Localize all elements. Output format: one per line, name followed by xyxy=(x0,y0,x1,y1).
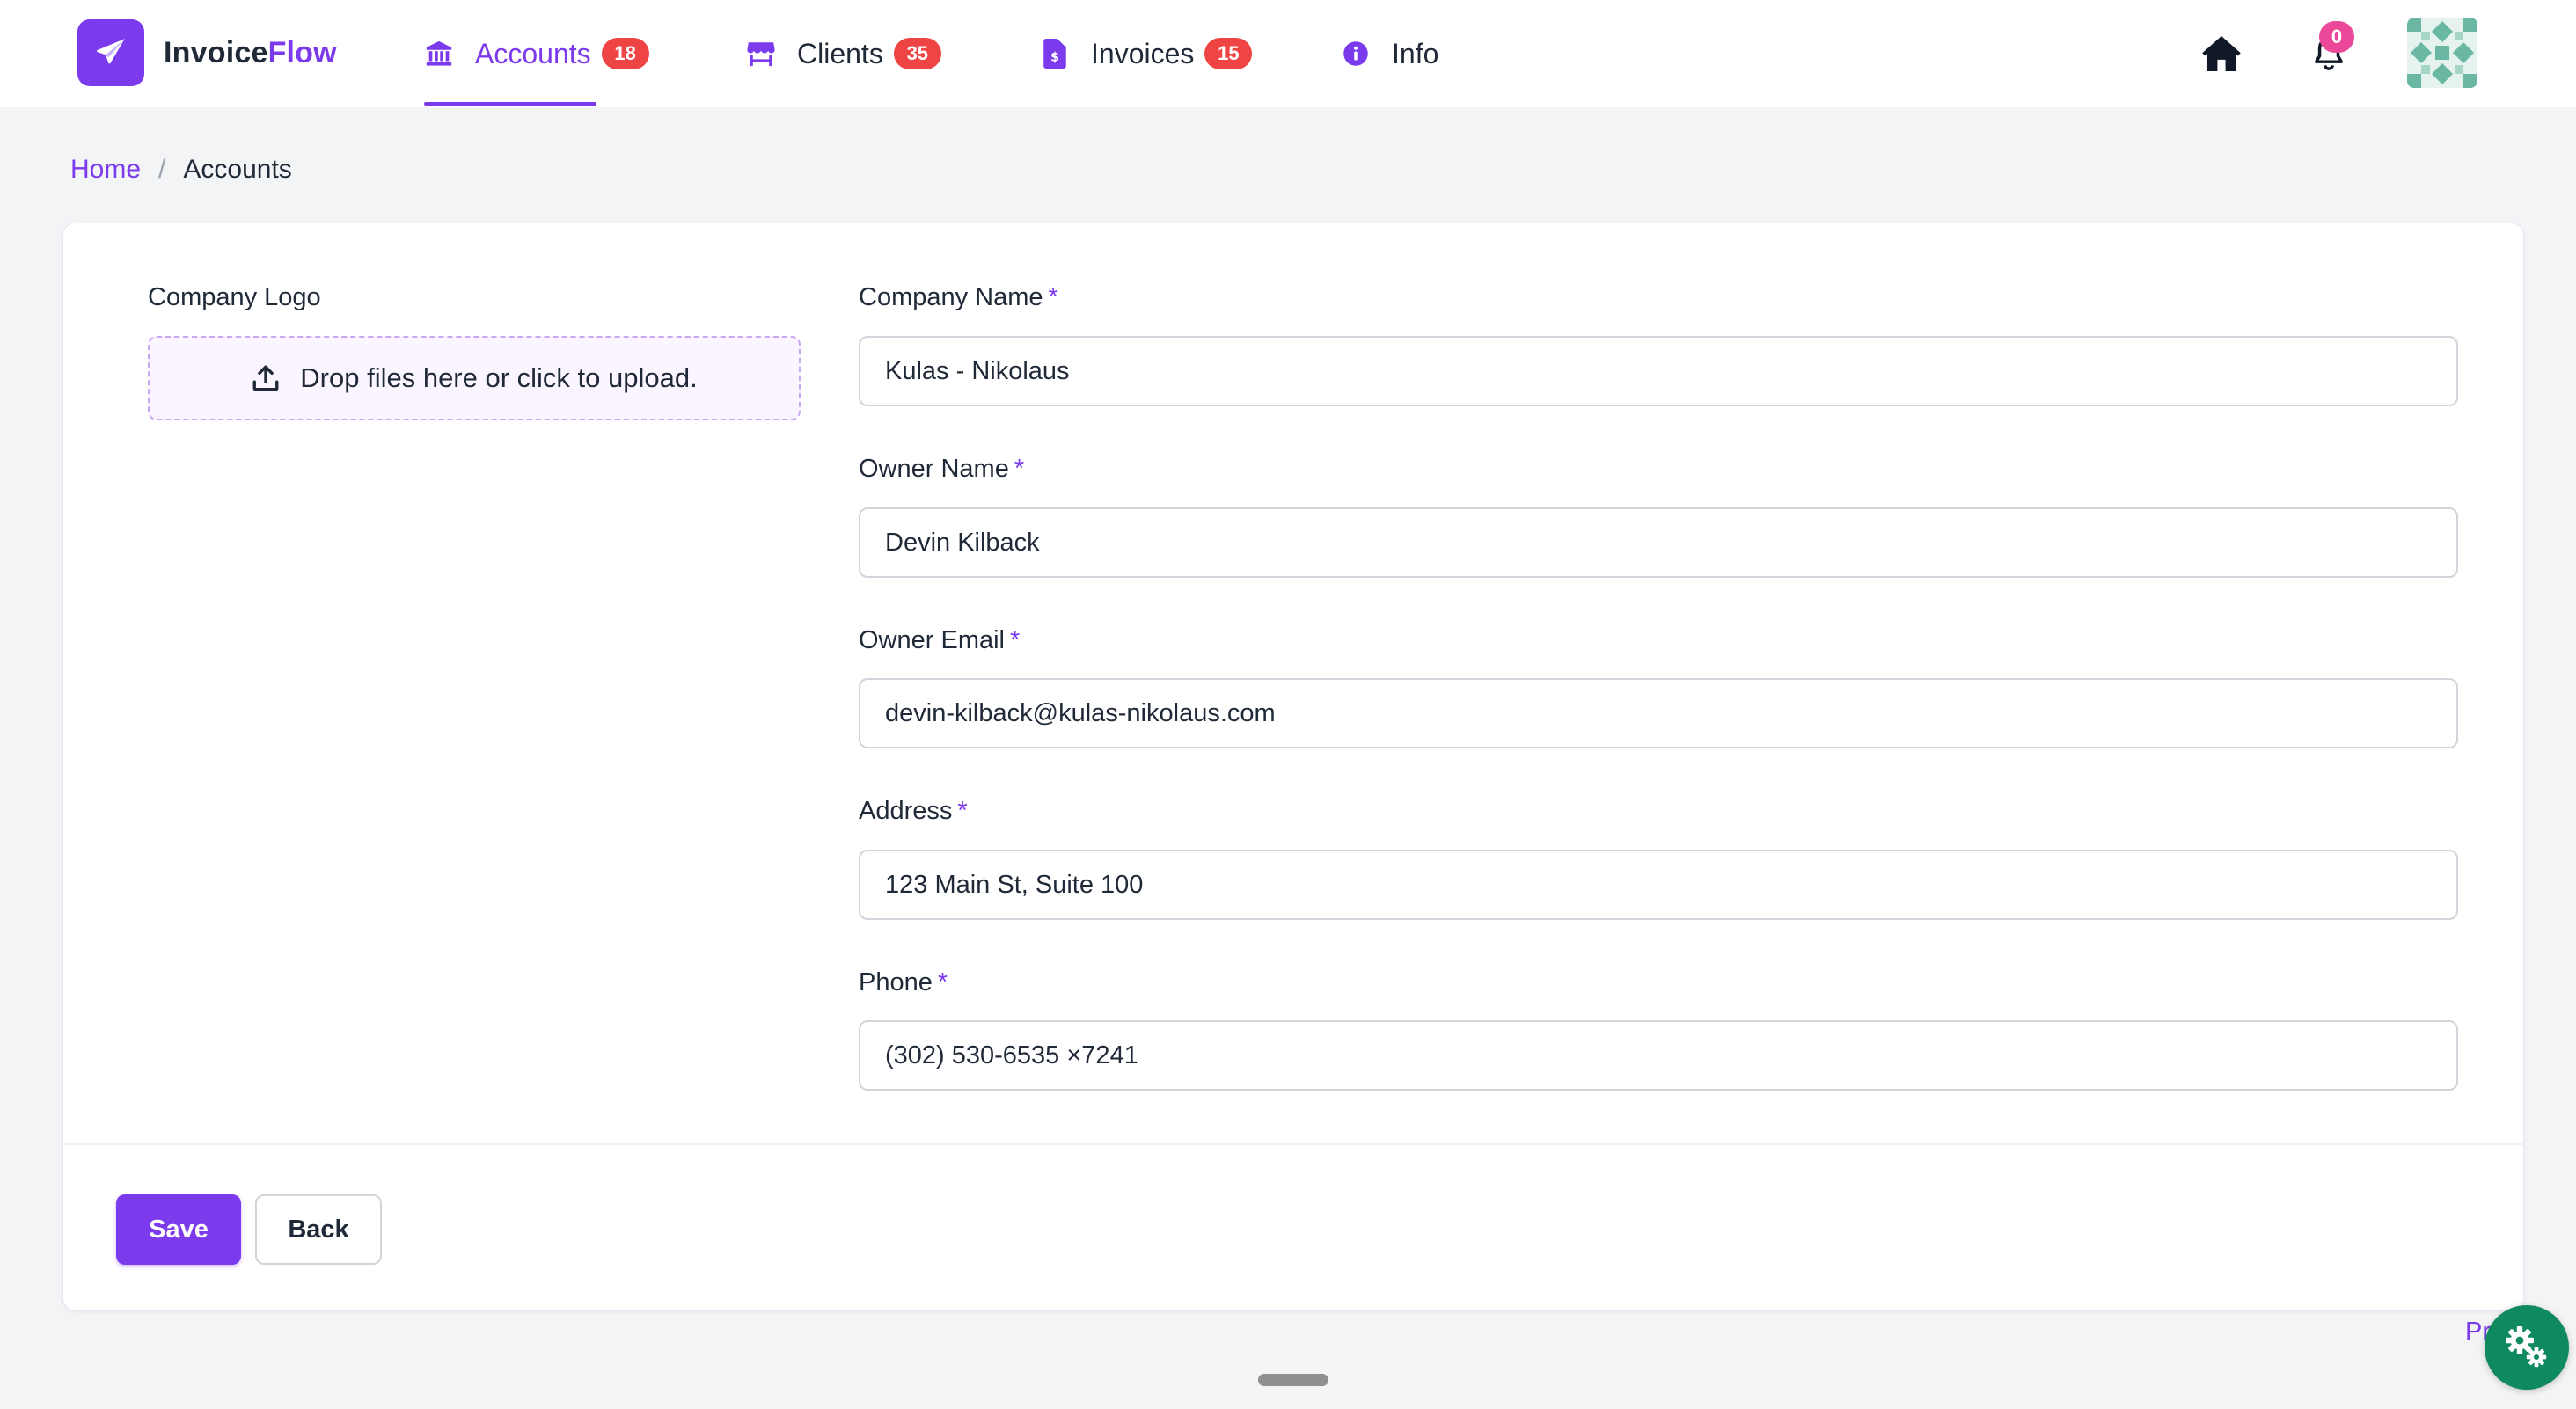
nav-info-label: Info xyxy=(1392,37,1439,69)
brand[interactable]: InvoiceFlow xyxy=(77,19,337,86)
phone-input[interactable] xyxy=(859,1020,2458,1091)
address-label-text: Address xyxy=(859,797,953,825)
phone-label-text: Phone xyxy=(859,968,933,997)
svg-text:$: $ xyxy=(1050,51,1059,65)
owner-email-label-text: Owner Email xyxy=(859,626,1005,654)
store-icon xyxy=(746,39,776,69)
dropzone-text: Drop files here or click to upload. xyxy=(300,362,698,393)
address-label: Address * xyxy=(859,797,968,826)
phone-label: Phone * xyxy=(859,968,948,997)
save-button[interactable]: Save xyxy=(116,1194,241,1265)
required-mark: * xyxy=(1014,455,1025,483)
bank-icon xyxy=(424,39,454,69)
nav-accounts-label: Accounts xyxy=(475,37,591,69)
company-logo-label: Company Logo xyxy=(148,283,321,311)
brand-name-part2: Flow xyxy=(267,35,337,69)
nav-invoices[interactable]: $ Invoices 15 xyxy=(1040,0,1253,107)
gears-icon[interactable] xyxy=(2485,1305,2569,1390)
active-tab-indicator xyxy=(424,102,596,106)
required-mark: * xyxy=(937,968,948,997)
notification-count-badge: 0 xyxy=(2319,21,2354,53)
clients-count-badge: 35 xyxy=(893,38,941,69)
owner-email-input[interactable] xyxy=(859,678,2458,748)
nav-accounts[interactable]: Accounts 18 xyxy=(424,0,649,107)
required-mark: * xyxy=(1010,626,1021,654)
form-divider xyxy=(63,1143,2523,1145)
company-name-input[interactable] xyxy=(859,336,2458,406)
brand-name: InvoiceFlow xyxy=(164,36,337,70)
invoice-file-icon: $ xyxy=(1040,39,1070,69)
owner-name-input[interactable] xyxy=(859,507,2458,578)
invoices-count-badge: 15 xyxy=(1204,38,1253,69)
back-button[interactable]: Back xyxy=(255,1194,382,1265)
upload-icon xyxy=(251,363,281,393)
home-icon[interactable] xyxy=(2199,32,2243,76)
logo-dropzone[interactable]: Drop files here or click to upload. xyxy=(148,336,801,420)
accounts-count-badge: 18 xyxy=(601,38,649,69)
owner-email-label: Owner Email * xyxy=(859,626,1020,655)
nav-clients-label: Clients xyxy=(797,37,883,69)
info-circle-icon xyxy=(1341,39,1371,69)
nav-clients[interactable]: Clients 35 xyxy=(746,0,941,107)
company-name-label: Company Name * xyxy=(859,283,1058,312)
paper-plane-icon xyxy=(77,19,144,86)
address-input[interactable] xyxy=(859,850,2458,920)
company-name-label-text: Company Name xyxy=(859,283,1043,311)
brand-name-part1: Invoice xyxy=(164,35,268,69)
account-form-card: Company Logo Drop files here or click to… xyxy=(63,223,2523,1310)
nav-info[interactable]: Info xyxy=(1341,0,1438,107)
avatar[interactable] xyxy=(2407,18,2477,88)
required-mark: * xyxy=(1048,283,1058,311)
breadcrumb-home-link[interactable]: Home xyxy=(70,155,141,185)
breadcrumb: Home / Accounts xyxy=(70,155,292,185)
owner-name-label: Owner Name * xyxy=(859,455,1024,484)
scroll-handle[interactable] xyxy=(1258,1374,1328,1386)
top-navbar: InvoiceFlow Accounts 18 Clients 35 $ Inv… xyxy=(0,0,2576,107)
owner-name-label-text: Owner Name xyxy=(859,455,1009,483)
breadcrumb-current: Accounts xyxy=(183,155,292,184)
nav-invoices-label: Invoices xyxy=(1091,37,1195,69)
breadcrumb-separator: / xyxy=(158,155,166,184)
required-mark: * xyxy=(957,797,968,825)
